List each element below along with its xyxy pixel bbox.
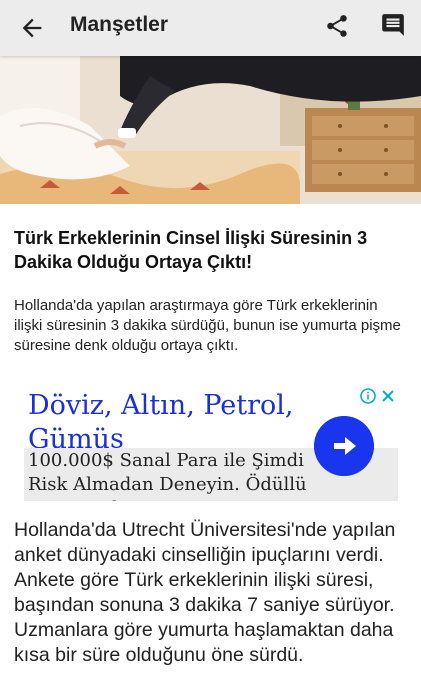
comment-icon[interactable] <box>380 12 406 38</box>
hero-image <box>0 56 421 204</box>
page-title: Manşetler <box>70 13 169 36</box>
advertisement[interactable]: Döviz, Altın, Petrol, Gümüş 100.000$ San… <box>24 387 398 501</box>
ad-title[interactable]: Döviz, Altın, Petrol, Gümüş <box>28 389 338 449</box>
ad-description[interactable]: 100.000$ Sanal Para ile Şimdi Risk Almad… <box>28 449 328 501</box>
ad-arrow-right-icon[interactable] <box>314 416 374 476</box>
arrow-left-icon[interactable] <box>18 14 46 42</box>
article-headline: Türk Erkeklerinin Cinsel İlişki Süresini… <box>14 228 368 272</box>
article-summary: Hollanda'da yapılan araştırmaya göre Tür… <box>14 297 401 354</box>
article-body: Hollanda'da Utrecht Üniversitesi'nde yap… <box>14 519 396 666</box>
app-bar: Manşetler <box>0 0 421 56</box>
ad-info-icon[interactable] <box>360 388 376 404</box>
ad-close-icon[interactable] <box>380 388 396 404</box>
share-icon[interactable] <box>324 13 350 39</box>
